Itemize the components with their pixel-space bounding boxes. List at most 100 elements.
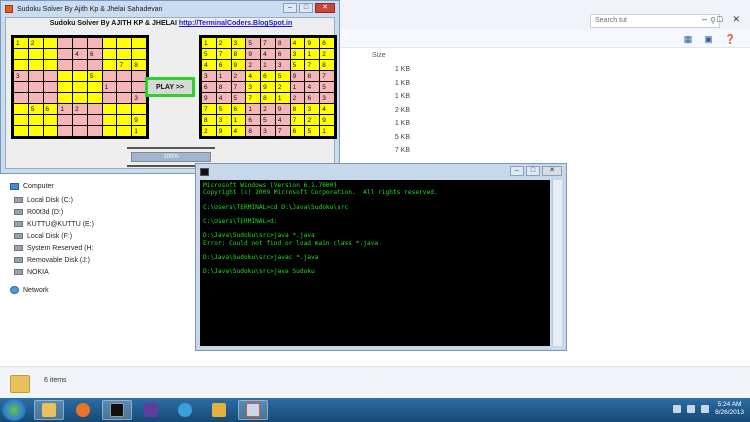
play-button[interactable]: PLAY >> — [145, 77, 195, 97]
sudoku-cell[interactable]: 2 — [29, 38, 43, 48]
sudoku-cell[interactable] — [88, 93, 102, 103]
preview-pane-icon[interactable]: ▣ — [704, 34, 713, 45]
sudoku-cell[interactable]: 5 — [88, 71, 102, 81]
sudoku-cell[interactable] — [103, 49, 117, 59]
sudoku-cell[interactable] — [44, 115, 58, 125]
sudoku-cell[interactable] — [88, 104, 102, 114]
sudoku-cell[interactable] — [44, 60, 58, 70]
nav-item-drive[interactable]: Local Disk (F:) — [14, 230, 72, 242]
sudoku-cell[interactable] — [103, 38, 117, 48]
sudoku-cell[interactable] — [117, 104, 131, 114]
sudoku-cell[interactable] — [44, 126, 58, 136]
help-icon[interactable]: ❓ — [725, 34, 736, 45]
sudoku-cell[interactable]: 4 — [73, 49, 87, 59]
sudoku-cell[interactable] — [117, 82, 131, 92]
sudoku-cell[interactable] — [88, 82, 102, 92]
taskbar-cmd[interactable] — [102, 400, 132, 420]
sudoku-cell[interactable] — [132, 71, 146, 81]
sudoku-cell[interactable]: 1 — [14, 38, 28, 48]
nav-item-drive[interactable]: R00t3d (D:) — [14, 206, 63, 218]
close-button[interactable]: ✕ — [542, 166, 562, 176]
sudoku-cell[interactable] — [117, 38, 131, 48]
sudoku-cell[interactable] — [73, 115, 87, 125]
console-title-bar[interactable] — [200, 166, 209, 178]
sudoku-cell[interactable] — [44, 82, 58, 92]
minimize-button[interactable]: – — [510, 166, 524, 176]
sudoku-cell[interactable] — [88, 38, 102, 48]
sudoku-cell[interactable] — [14, 49, 28, 59]
sudoku-cell[interactable] — [103, 126, 117, 136]
sudoku-cell[interactable] — [29, 82, 43, 92]
minimize-button[interactable]: – — [283, 3, 297, 13]
sudoku-cell[interactable] — [14, 82, 28, 92]
sudoku-cell[interactable] — [58, 38, 72, 48]
sudoku-cell[interactable] — [88, 115, 102, 125]
sudoku-cell[interactable] — [132, 82, 146, 92]
sudoku-cell[interactable] — [73, 71, 87, 81]
sudoku-cell[interactable]: 1 — [103, 82, 117, 92]
network-tray-icon[interactable] — [687, 405, 695, 413]
console-scrollbar[interactable] — [552, 180, 562, 346]
sudoku-cell[interactable] — [103, 104, 117, 114]
nav-item-drive[interactable]: Local Disk (C:) — [14, 194, 73, 206]
sudoku-cell[interactable] — [103, 60, 117, 70]
taskbar-explorer[interactable] — [34, 400, 64, 420]
sudoku-cell[interactable] — [29, 93, 43, 103]
sudoku-cell[interactable] — [117, 115, 131, 125]
clock[interactable]: 5:24 AM 8/26/2013 — [715, 401, 744, 417]
sudoku-cell[interactable] — [73, 126, 87, 136]
nav-item-drive[interactable]: KUTTU@KUTTU (E:) — [14, 218, 94, 230]
sudoku-cell[interactable] — [88, 126, 102, 136]
view-options-icon[interactable]: ▦ — [684, 34, 693, 45]
sudoku-cell[interactable] — [117, 93, 131, 103]
taskbar-media-player[interactable] — [170, 400, 200, 420]
sudoku-cell[interactable] — [103, 93, 117, 103]
taskbar-java[interactable] — [238, 400, 268, 420]
sudoku-cell[interactable]: 6 — [44, 104, 58, 114]
sudoku-cell[interactable] — [14, 93, 28, 103]
close-icon[interactable]: ✕ — [732, 14, 740, 25]
sudoku-cell[interactable]: 9 — [132, 115, 146, 125]
sudoku-cell[interactable] — [103, 71, 117, 81]
sudoku-cell[interactable] — [117, 49, 131, 59]
sudoku-cell[interactable] — [14, 115, 28, 125]
sudoku-cell[interactable] — [103, 115, 117, 125]
nav-item-drive[interactable]: NOKIA — [14, 266, 49, 278]
sudoku-cell[interactable]: 2 — [73, 104, 87, 114]
sudoku-cell[interactable]: 7 — [117, 60, 131, 70]
sudoku-cell[interactable] — [73, 82, 87, 92]
sudoku-cell[interactable]: 5 — [29, 104, 43, 114]
sudoku-cell[interactable] — [44, 71, 58, 81]
sudoku-cell[interactable] — [14, 126, 28, 136]
sudoku-cell[interactable] — [132, 104, 146, 114]
maximize-button[interactable]: □ — [299, 3, 313, 13]
nav-item-drive[interactable]: System Reserved (H: — [14, 242, 94, 254]
sudoku-cell[interactable] — [58, 60, 72, 70]
nav-item-drive[interactable]: Removable Disk (J:) — [14, 254, 90, 266]
sudoku-cell[interactable] — [58, 126, 72, 136]
volume-icon[interactable] — [701, 405, 709, 413]
maximize-icon[interactable]: □ — [717, 14, 722, 25]
sudoku-cell[interactable] — [88, 60, 102, 70]
maximize-button[interactable]: □ — [526, 166, 540, 176]
sudoku-cell[interactable] — [58, 82, 72, 92]
sudoku-cell[interactable] — [29, 126, 43, 136]
taskbar-paint[interactable] — [204, 400, 234, 420]
sudoku-cell[interactable] — [73, 60, 87, 70]
sudoku-cell[interactable] — [44, 38, 58, 48]
close-button[interactable]: ✕ — [315, 3, 335, 13]
sudoku-cell[interactable] — [44, 49, 58, 59]
blog-link[interactable]: http://TerminalCoders.BlogSpot.in — [179, 20, 292, 27]
sudoku-cell[interactable] — [29, 49, 43, 59]
sudoku-cell[interactable]: 1 — [132, 126, 146, 136]
minimize-icon[interactable]: – — [702, 14, 707, 25]
sudoku-cell[interactable]: 3 — [14, 71, 28, 81]
sudoku-cell[interactable] — [132, 49, 146, 59]
sudoku-cell[interactable] — [14, 60, 28, 70]
sudoku-cell[interactable] — [29, 115, 43, 125]
tray-arrow-icon[interactable] — [673, 405, 681, 413]
console-output[interactable]: Microsoft Windows [Version 6.1.7600]Copy… — [200, 180, 550, 346]
sudoku-cell[interactable]: 3 — [132, 93, 146, 103]
sudoku-cell[interactable]: 8 — [132, 60, 146, 70]
sudoku-cell[interactable] — [132, 38, 146, 48]
